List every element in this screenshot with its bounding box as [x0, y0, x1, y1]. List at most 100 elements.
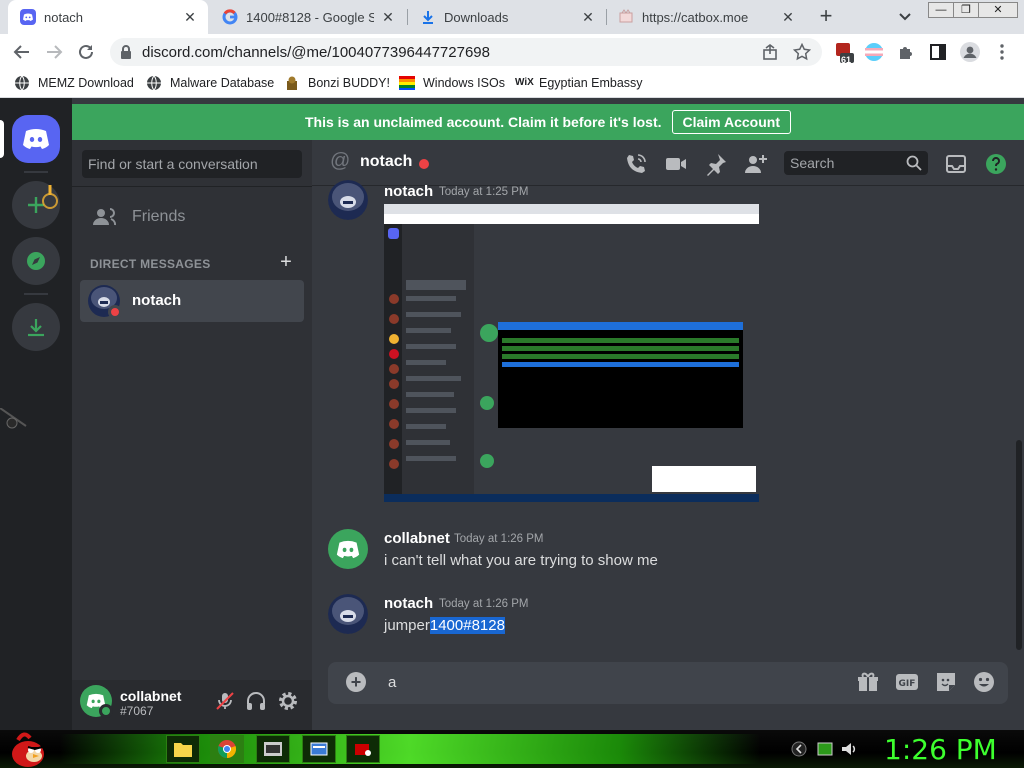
google-icon: [222, 9, 238, 25]
globe-icon: [14, 75, 30, 91]
close-icon[interactable]: ✕: [780, 9, 796, 25]
video-call-icon[interactable]: [664, 152, 688, 176]
puzzle-icon[interactable]: [894, 40, 918, 64]
create-dm-button[interactable]: +: [278, 252, 294, 272]
tray-chevron-icon[interactable]: [790, 740, 808, 758]
dnd-status-icon: [419, 159, 429, 169]
gear-icon[interactable]: [277, 690, 299, 712]
bookmark-label: Egyptian Embassy: [539, 76, 643, 90]
headphones-icon[interactable]: [245, 690, 267, 712]
taskbar-app-window[interactable]: [302, 735, 336, 763]
bookmark-egyptian-embassy[interactable]: WiX Egyptian Embassy: [515, 75, 643, 91]
gif-icon[interactable]: GIF: [895, 670, 919, 694]
gift-icon[interactable]: [856, 670, 880, 694]
message-author[interactable]: notach: [384, 595, 433, 612]
emoji-icon[interactable]: [972, 670, 996, 694]
voice-call-icon[interactable]: [624, 152, 648, 176]
avatar[interactable]: [328, 529, 368, 569]
close-window-button[interactable]: ✕: [978, 2, 1018, 18]
message-timestamp: Today at 1:25 PM: [439, 186, 529, 198]
sticker-icon[interactable]: [934, 670, 958, 694]
bookmark-label: Bonzi BUDDY!: [308, 76, 390, 90]
close-icon[interactable]: ✕: [580, 9, 596, 25]
chevron-down-icon[interactable]: [896, 8, 914, 26]
message-timestamp: Today at 1:26 PM: [454, 533, 544, 545]
window-icon: [310, 742, 328, 756]
side-panel-icon[interactable]: [926, 40, 950, 64]
image-attachment[interactable]: [384, 204, 759, 502]
bookmark-label: Windows ISOs: [423, 76, 505, 90]
friends-nav-item[interactable]: Friends: [80, 200, 304, 234]
bonzi-icon: [284, 75, 300, 91]
trans-flag-icon[interactable]: [862, 40, 886, 64]
taskbar-app-record[interactable]: [346, 735, 380, 763]
chrome-icon: [217, 740, 237, 758]
new-tab-button[interactable]: +: [812, 5, 840, 29]
record-icon: [355, 744, 371, 756]
forward-arrow-icon[interactable]: [42, 40, 66, 64]
volume-icon[interactable]: [840, 740, 858, 758]
message-content: jumper1400#8128: [384, 617, 505, 634]
minimize-button[interactable]: —: [928, 2, 954, 18]
tab-google-search[interactable]: 1400#8128 - Google Search ✕: [210, 0, 406, 34]
terminal-icon: [264, 742, 282, 756]
download-apps-button[interactable]: [12, 303, 60, 351]
kebab-menu-icon[interactable]: [990, 40, 1014, 64]
download-icon: [28, 319, 44, 337]
start-button[interactable]: [6, 730, 50, 768]
friends-label: Friends: [132, 208, 186, 225]
banner-text: This is an unclaimed account. Claim it b…: [304, 114, 662, 130]
taskbar-app-chrome[interactable]: [210, 735, 244, 763]
svg-text:GIF: GIF: [899, 679, 916, 689]
avatar[interactable]: [328, 594, 368, 634]
url-text[interactable]: discord.com/channels/@me/100407739644772…: [142, 44, 490, 61]
share-icon[interactable]: [758, 40, 782, 64]
dm-name: notach: [132, 292, 182, 309]
bookmark-windows-isos[interactable]: Windows ISOs: [399, 75, 505, 91]
scrollbar[interactable]: [1016, 440, 1022, 650]
plus-icon: [28, 185, 58, 213]
message-text: jumper: [384, 617, 430, 634]
claim-account-button[interactable]: Claim Account: [671, 110, 791, 134]
close-icon[interactable]: ✕: [380, 9, 396, 25]
message-input[interactable]: a: [388, 674, 396, 691]
lock-icon[interactable]: [118, 44, 134, 60]
discord-icon: [20, 9, 36, 25]
explore-servers-button[interactable]: [12, 237, 60, 285]
bookmark-memz[interactable]: MEMZ Download: [14, 75, 134, 91]
star-icon[interactable]: [790, 40, 814, 64]
taskbar-app-explorer[interactable]: [166, 735, 200, 763]
mute-microphone-icon[interactable]: [214, 690, 236, 712]
pin-icon[interactable]: [704, 152, 728, 176]
message-content: i can't tell what you are trying to show…: [384, 552, 658, 569]
message-author[interactable]: collabnet: [384, 530, 450, 547]
tab-downloads[interactable]: Downloads ✕: [408, 0, 606, 34]
bookmarks-bar: MEMZ Download Malware Database Bonzi BUD…: [0, 70, 1024, 98]
message-timestamp: Today at 1:26 PM: [439, 598, 529, 610]
avatar[interactable]: [328, 180, 368, 220]
reload-icon[interactable]: [74, 40, 98, 64]
taskbar-app-terminal[interactable]: [256, 735, 290, 763]
message-author[interactable]: notach: [384, 183, 433, 200]
restore-button[interactable]: ❐: [953, 2, 979, 18]
find-conversation-input[interactable]: Find or start a conversation: [82, 150, 302, 178]
extension-badge-count: 61: [841, 55, 852, 65]
tray-battery-icon[interactable]: [816, 740, 834, 758]
add-friend-icon[interactable]: [744, 152, 768, 176]
close-icon[interactable]: ✕: [182, 9, 198, 25]
unclaimed-account-banner: This is an unclaimed account. Claim it b…: [72, 104, 1024, 140]
tab-notach[interactable]: notach ✕: [8, 0, 208, 34]
bookmark-malware-database[interactable]: Malware Database: [146, 75, 274, 91]
add-server-button[interactable]: [12, 181, 60, 229]
bookmark-bonzi-buddy[interactable]: Bonzi BUDDY!: [284, 75, 390, 91]
tab-catbox[interactable]: https://catbox.moe ✕: [606, 0, 806, 34]
taskbar-clock[interactable]: 1:26 PM: [884, 733, 997, 766]
help-icon[interactable]: [984, 152, 1008, 176]
selected-indicator: [0, 120, 4, 158]
back-arrow-icon[interactable]: [10, 40, 34, 64]
profile-icon[interactable]: [958, 40, 982, 64]
discord-icon: [336, 540, 360, 558]
upload-plus-icon[interactable]: +: [346, 672, 366, 692]
home-button[interactable]: [12, 115, 60, 163]
inbox-icon[interactable]: [944, 152, 968, 176]
